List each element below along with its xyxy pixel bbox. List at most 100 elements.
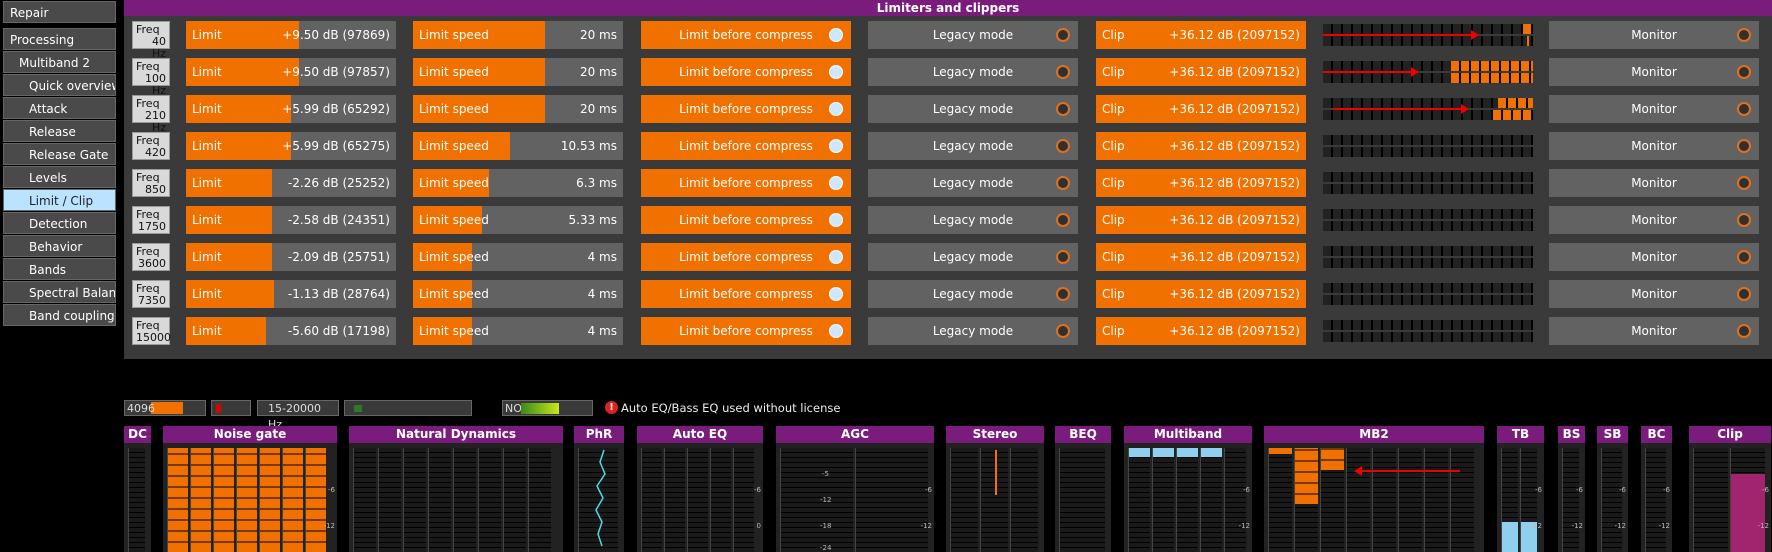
limit-slider[interactable]: Limit +9.50 dB (97869) — [186, 21, 396, 49]
clip-slider[interactable]: Clip +36.12 dB (2097152) — [1096, 95, 1306, 123]
limit-speed-slider[interactable]: Limit speed 4 ms — [413, 317, 623, 345]
limit-speed-slider[interactable]: Limit speed 10.53 ms — [413, 132, 623, 160]
limit-slider[interactable]: Limit -2.09 dB (25751) — [186, 243, 396, 271]
sidebar-item-attack[interactable]: Attack — [3, 97, 116, 119]
sidebar-item-quick-overview[interactable]: Quick overview — [3, 74, 116, 96]
legacy-mode-toggle[interactable]: Legacy mode — [868, 169, 1078, 197]
module-multiband[interactable]: Multiband -6 -12 — [1124, 426, 1252, 552]
module-mb2[interactable]: MB2 — [1264, 426, 1484, 552]
limit-slider[interactable]: Limit -1.13 dB (28764) — [186, 280, 396, 308]
limit-before-compress-toggle[interactable]: Limit before compress — [641, 95, 851, 123]
limit-before-compress-toggle[interactable]: Limit before compress — [641, 21, 851, 49]
band-freq-button[interactable]: Freq 7350 — [132, 280, 170, 308]
limit-slider[interactable]: Limit +5.99 dB (65292) — [186, 95, 396, 123]
band-freq-button[interactable]: Freq 1750 — [132, 206, 170, 234]
limit-before-compress-toggle[interactable]: Limit before compress — [641, 132, 851, 160]
limit-slider[interactable]: Limit +9.50 dB (97857) — [186, 58, 396, 86]
sidebar-item-band-coupling[interactable]: Band coupling — [3, 304, 116, 326]
legacy-mode-toggle[interactable]: Legacy mode — [868, 317, 1078, 345]
module-beq[interactable]: BEQ — [1055, 426, 1111, 552]
legacy-mode-toggle[interactable]: Legacy mode — [868, 132, 1078, 160]
band-freq-button[interactable]: Freq 15000 — [132, 317, 171, 345]
module-bc[interactable]: BC -6 -12 — [1641, 426, 1672, 552]
monitor-toggle[interactable]: Monitor — [1549, 280, 1759, 308]
legacy-mode-toggle[interactable]: Legacy mode — [868, 58, 1078, 86]
module-natural-dynamics[interactable]: Natural Dynamics — [349, 426, 563, 552]
limit-before-compress-toggle[interactable]: Limit before compress — [641, 280, 851, 308]
legacy-mode-toggle[interactable]: Legacy mode — [868, 280, 1078, 308]
limit-speed-slider[interactable]: Limit speed 20 ms — [413, 95, 623, 123]
meter-bar-bottom — [1323, 221, 1533, 231]
band-gain-meter — [1323, 244, 1533, 270]
band-freq-button[interactable]: Freq 850 — [132, 169, 170, 197]
limit-before-compress-toggle[interactable]: Limit before compress — [641, 206, 851, 234]
warning-text: Auto EQ/Bass EQ used without license — [621, 401, 841, 415]
limit-before-compress-toggle[interactable]: Limit before compress — [641, 58, 851, 86]
monitor-toggle[interactable]: Monitor — [1549, 317, 1759, 345]
module-meter-column — [1693, 448, 1728, 552]
module-tb[interactable]: TB -6 -12 — [1497, 426, 1544, 552]
limit-speed-slider[interactable]: Limit speed 4 ms — [413, 280, 623, 308]
band-freq-button[interactable]: Freq 3600 — [132, 243, 170, 271]
limit-slider[interactable]: Limit -5.60 dB (17198) — [186, 317, 396, 345]
clip-slider[interactable]: Clip +36.12 dB (2097152) — [1096, 206, 1306, 234]
red-arrow-annotation-icon — [1360, 470, 1460, 472]
limit-slider[interactable]: Limit -2.26 dB (25252) — [186, 169, 396, 197]
sidebar-item-processing[interactable]: Processing — [3, 28, 116, 50]
band-freq-button[interactable]: Freq 40 Hz — [132, 21, 170, 60]
legacy-mode-toggle[interactable]: Legacy mode — [868, 95, 1078, 123]
clip-slider[interactable]: Clip +36.12 dB (2097152) — [1096, 169, 1306, 197]
sidebar-item-repair[interactable]: Repair — [3, 1, 116, 23]
module-phr[interactable]: PhR — [574, 426, 624, 552]
sidebar-item-limit-clip[interactable]: Limit / Clip — [3, 189, 116, 211]
limit-speed-slider[interactable]: Limit speed 6.3 ms — [413, 169, 623, 197]
band-freq-button[interactable]: Freq 210 Hz — [132, 95, 170, 134]
monitor-toggle[interactable]: Monitor — [1549, 243, 1759, 271]
legacy-mode-toggle[interactable]: Legacy mode — [868, 21, 1078, 49]
sidebar-item-bands[interactable]: Bands — [3, 258, 116, 280]
sidebar-item-detection[interactable]: Detection — [3, 212, 116, 234]
limit-speed-slider[interactable]: Limit speed 20 ms — [413, 58, 623, 86]
sidebar-item-behavior[interactable]: Behavior — [3, 235, 116, 257]
monitor-toggle[interactable]: Monitor — [1549, 95, 1759, 123]
monitor-toggle[interactable]: Monitor — [1549, 206, 1759, 234]
sidebar-item-release-gate[interactable]: Release Gate — [3, 143, 116, 165]
module-meter-column — [1059, 448, 1105, 552]
clip-slider[interactable]: Clip +36.12 dB (2097152) — [1096, 58, 1306, 86]
band-freq-button[interactable]: Freq 100 Hz — [132, 58, 170, 97]
limit-before-compress-toggle[interactable]: Limit before compress — [641, 243, 851, 271]
sidebar-item-release[interactable]: Release — [3, 120, 116, 142]
monitor-toggle[interactable]: Monitor — [1549, 132, 1759, 160]
legacy-mode-toggle[interactable]: Legacy mode — [868, 206, 1078, 234]
module-meter-column — [1562, 448, 1579, 552]
limit-speed-slider[interactable]: Limit speed 20 ms — [413, 21, 623, 49]
clip-slider[interactable]: Clip +36.12 dB (2097152) — [1096, 243, 1306, 271]
monitor-toggle[interactable]: Monitor — [1549, 169, 1759, 197]
limit-speed-slider[interactable]: Limit speed 4 ms — [413, 243, 623, 271]
clip-slider[interactable]: Clip +36.12 dB (2097152) — [1096, 280, 1306, 308]
sidebar-item-levels[interactable]: Levels — [3, 166, 116, 188]
sidebar-item-spectral-balance[interactable]: Spectral Balance — [3, 281, 116, 303]
module-stereo[interactable]: Stereo — [946, 426, 1044, 552]
limit-before-compress-toggle[interactable]: Limit before compress — [641, 169, 851, 197]
module-dc[interactable]: DC — [124, 426, 151, 552]
monitor-toggle[interactable]: Monitor — [1549, 21, 1759, 49]
band-freq-button[interactable]: Freq 420 — [132, 132, 170, 160]
module-sb[interactable]: SB -6 -12 — [1597, 426, 1628, 552]
clip-slider[interactable]: Clip +36.12 dB (2097152) — [1096, 132, 1306, 160]
limit-speed-slider[interactable]: Limit speed 5.33 ms — [413, 206, 623, 234]
module-auto-eq[interactable]: Auto EQ -6 0 — [637, 426, 763, 552]
module-agc[interactable]: AGC -6 -12 -5 -12 -18 -24 — [776, 426, 934, 552]
module-noise-gate[interactable]: Noise gate -6 -12 — [163, 426, 337, 552]
monitor-toggle[interactable]: Monitor — [1549, 58, 1759, 86]
limit-slider[interactable]: Limit -2.58 dB (24351) — [186, 206, 396, 234]
module-bs[interactable]: BS -6 -12 — [1558, 426, 1585, 552]
limit-before-compress-label: Limit before compress — [679, 324, 813, 338]
module-clip[interactable]: Clip -6 -12 — [1689, 426, 1771, 552]
clip-slider[interactable]: Clip +36.12 dB (2097152) — [1096, 317, 1306, 345]
limit-before-compress-toggle[interactable]: Limit before compress — [641, 317, 851, 345]
legacy-mode-toggle[interactable]: Legacy mode — [868, 243, 1078, 271]
limit-slider[interactable]: Limit +5.99 dB (65275) — [186, 132, 396, 160]
clip-slider[interactable]: Clip +36.12 dB (2097152) — [1096, 21, 1306, 49]
sidebar-item-multiband-2[interactable]: Multiband 2 — [3, 51, 116, 73]
